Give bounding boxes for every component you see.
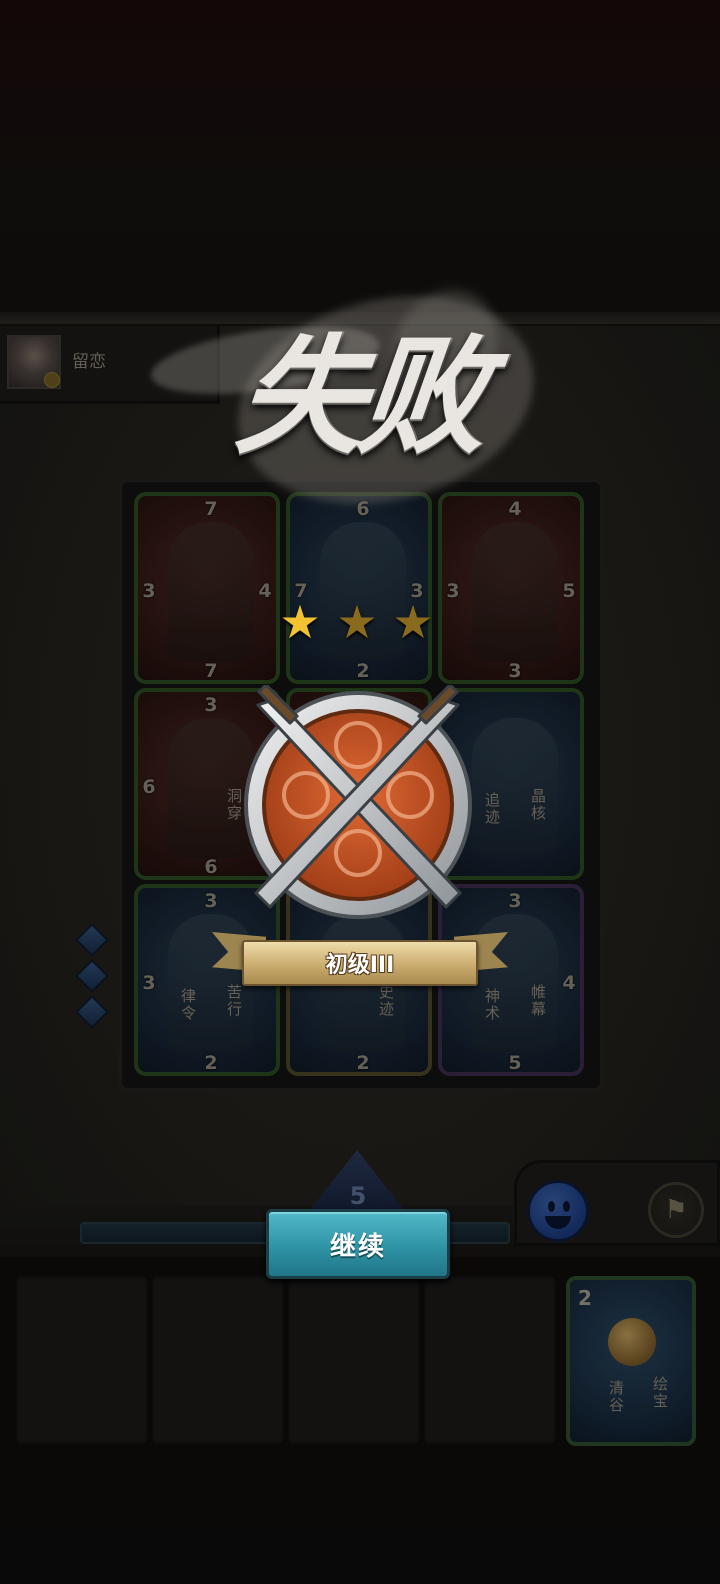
- star-icon: ★: [336, 595, 378, 649]
- continue-button[interactable]: 继续: [266, 1209, 450, 1279]
- rank-label: 初级III: [325, 953, 395, 978]
- defeat-title: 失败: [230, 322, 490, 472]
- crossed-swords-shield-icon: [244, 685, 472, 919]
- continue-button-label: 继续: [329, 1231, 386, 1262]
- rank-ribbon: 初级III: [242, 940, 478, 986]
- star-icon: ★: [392, 595, 434, 649]
- star-icon: ★: [279, 595, 321, 649]
